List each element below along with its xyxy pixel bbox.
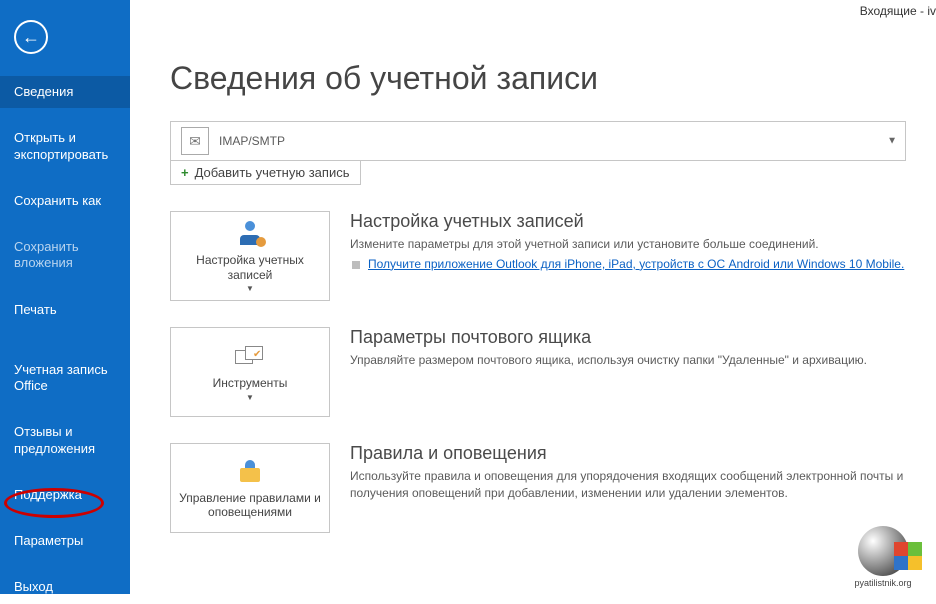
chevron-down-icon: ▼ xyxy=(887,136,897,147)
chevron-down-icon: ▼ xyxy=(246,284,254,293)
account-selector[interactable]: ✉ IMAP/SMTP ▼ xyxy=(170,121,906,161)
arrow-left-icon: ← xyxy=(22,28,40,46)
add-account-label: Добавить учетную запись xyxy=(195,165,350,180)
plus-icon: + xyxy=(181,165,189,180)
outlook-mobile-link[interactable]: Получите приложение Outlook для iPhone, … xyxy=(368,257,904,271)
sidebar-item-exit[interactable]: Выход xyxy=(0,571,130,603)
sidebar-item-options[interactable]: Параметры xyxy=(0,525,130,557)
sidebar-item-save-attachments: Сохранить вложения xyxy=(0,231,130,280)
account-subtype: IMAP/SMTP xyxy=(219,134,285,148)
section-desc: Измените параметры для этой учетной запи… xyxy=(350,236,906,253)
tile-tools[interactable]: ✔ Инструменты ▼ xyxy=(170,327,330,417)
tile-rules-alerts[interactable]: Управление правилами и оповещениями xyxy=(170,443,330,533)
add-account-button[interactable]: + Добавить учетную запись xyxy=(170,161,361,185)
backstage-sidebar: ← Сведения Открыть и экспортировать Сохр… xyxy=(0,0,130,594)
tile-label: Настройка учетных записей xyxy=(171,253,329,282)
section-rules-alerts: Управление правилами и оповещениями Прав… xyxy=(170,443,906,533)
sidebar-item-info[interactable]: Сведения xyxy=(0,76,130,108)
page-title: Сведения об учетной записи xyxy=(170,60,906,97)
sidebar-item-support[interactable]: Поддержка xyxy=(0,479,130,511)
section-desc: Управляйте размером почтового ящика, исп… xyxy=(350,352,906,369)
tile-label: Управление правилами и оповещениями xyxy=(171,491,329,520)
section-title: Настройка учетных записей xyxy=(350,211,906,232)
section-account-settings: Настройка учетных записей ▼ Настройка уч… xyxy=(170,211,906,301)
rules-icon xyxy=(234,457,266,485)
section-mailbox-settings: ✔ Инструменты ▼ Параметры почтового ящик… xyxy=(170,327,906,417)
section-title: Параметры почтового ящика xyxy=(350,327,906,348)
main-content: Сведения об учетной записи ✉ IMAP/SMTP ▼… xyxy=(130,0,936,594)
watermark-text: pyatilistnik.org xyxy=(854,578,911,588)
bullet-icon xyxy=(352,261,360,269)
sidebar-item-print[interactable]: Печать xyxy=(0,294,130,326)
watermark-badge: pyatilistnik.org xyxy=(838,510,928,588)
section-desc: Используйте правила и оповещения для упо… xyxy=(350,468,906,502)
chevron-down-icon: ▼ xyxy=(246,393,254,402)
sidebar-item-save-as[interactable]: Сохранить как xyxy=(0,185,130,217)
section-title: Правила и оповещения xyxy=(350,443,906,464)
user-settings-icon xyxy=(234,219,266,247)
tile-label: Инструменты xyxy=(207,376,294,390)
sidebar-item-feedback[interactable]: Отзывы и предложения xyxy=(0,416,130,465)
sidebar-item-open-export[interactable]: Открыть и экспортировать xyxy=(0,122,130,171)
sidebar-item-office-account[interactable]: Учетная запись Office xyxy=(0,354,130,403)
back-button[interactable]: ← xyxy=(14,20,48,54)
tools-icon: ✔ xyxy=(234,342,266,370)
tile-account-settings[interactable]: Настройка учетных записей ▼ xyxy=(170,211,330,301)
windows-flag-icon xyxy=(894,542,922,570)
account-icon: ✉ xyxy=(181,127,209,155)
